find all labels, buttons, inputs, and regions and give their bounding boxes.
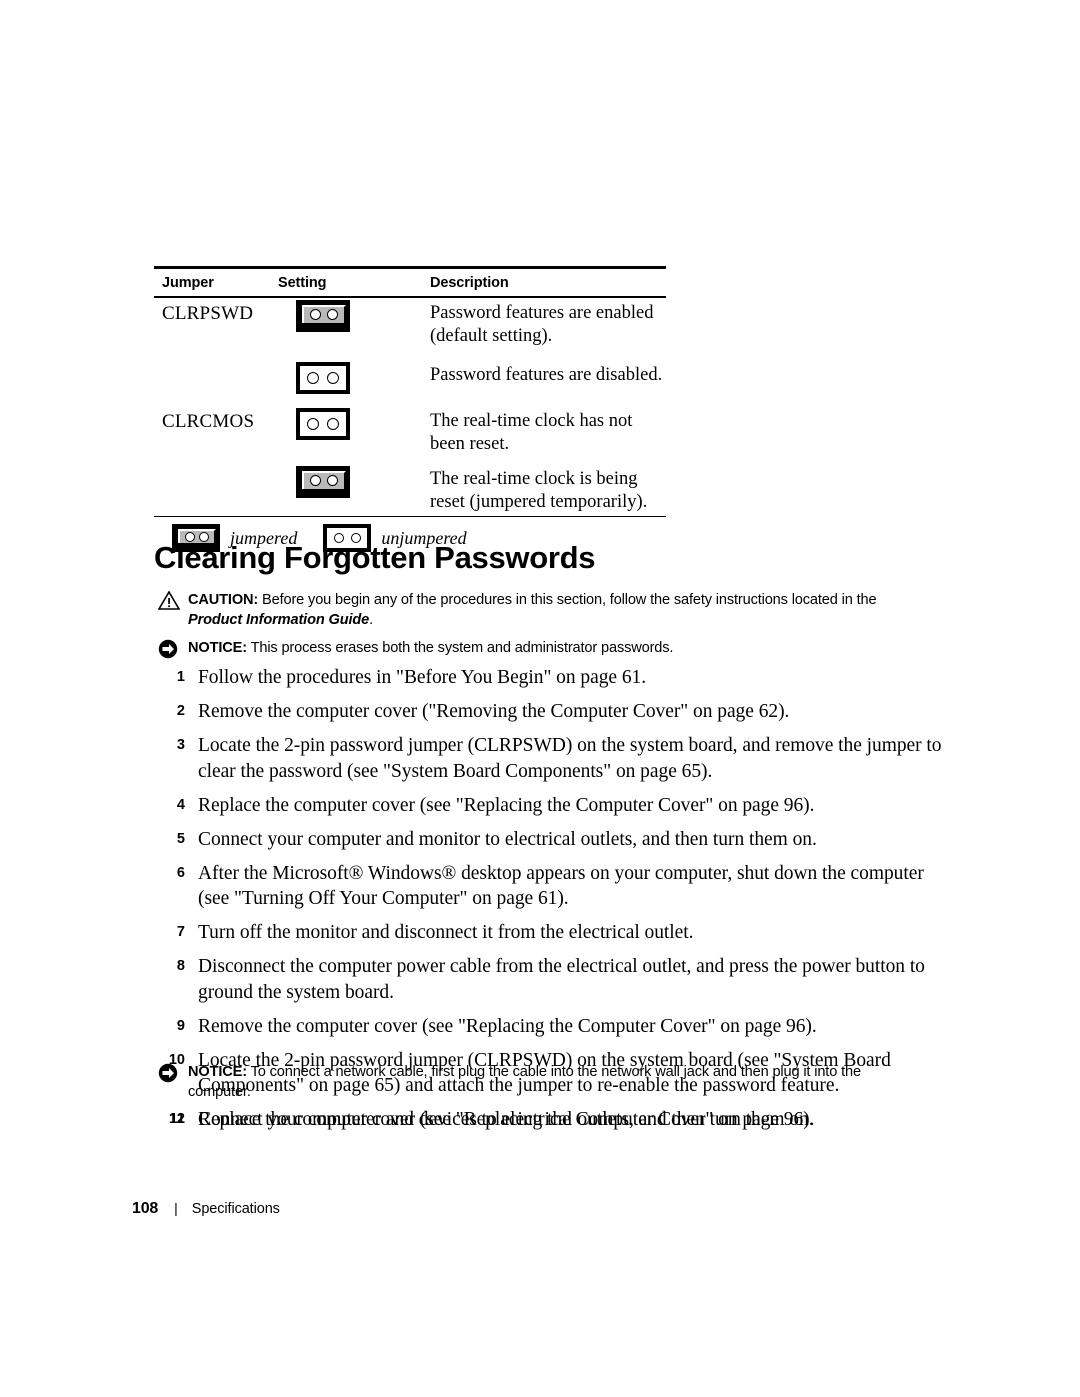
caution-body: Before you begin any of the procedures i… [258,592,877,608]
list-item: 1 Follow the procedures in "Before You B… [154,665,944,691]
notice-text: NOTICE: This process erases both the sys… [188,638,928,658]
list-item: 7 Turn off the monitor and disconnect it… [154,920,944,946]
jumper-open-icon [296,407,350,440]
step-text: Remove the computer cover (see "Replacin… [198,1015,817,1037]
jumper-pin [327,309,338,321]
step-text: Connect your computer and devices to ele… [198,1109,814,1130]
jumper-pin [326,417,339,430]
jumper-pin [326,371,339,384]
step-number: 6 [176,864,185,881]
jumper-pin [307,417,320,430]
cell-description: Password features are enabled (default s… [430,302,654,346]
list-item: 3 Locate the 2-pin password jumper (CLRP… [154,733,944,784]
cell-setting [278,407,430,440]
caution-admonition: CAUTION: Before you begin any of the pro… [157,590,928,630]
step-number: 9 [176,1017,185,1034]
step-number: 3 [176,737,185,753]
step-text: Follow the procedures in "Before You Beg… [198,667,647,688]
step-number: 5 [176,830,185,847]
page-footer: 108 | Specifications [132,1200,280,1218]
jumper-closed-icon [296,299,350,332]
step-number: 2 [176,703,185,719]
step-number: 1 [176,669,185,685]
table-row: CLRPSWD Password features are enabled (d… [154,299,666,362]
table-body: CLRPSWD Password features are enabled (d… [154,298,666,516]
jumper-settings-table: Jumper Setting Description CLRPSWD Passw… [154,266,666,553]
step-number: 8 [176,958,185,974]
list-item: 2 Remove the computer cover ("Removing t… [154,699,944,725]
step-text: Remove the computer cover ("Removing the… [198,701,790,722]
jumper-closed-icon [296,465,350,498]
table-row: Password features are disabled. [154,361,666,408]
caution-triangle-icon [157,590,188,615]
list-item: 12 Connect your computer and devices to … [154,1107,944,1133]
caution-reference: Product Information Guide [188,612,370,628]
caution-text: CAUTION: Before you begin any of the pro… [188,590,928,630]
notice-admonition: NOTICE: This process erases both the sys… [158,638,928,664]
table-row: The real-time clock is being reset (jump… [154,465,666,516]
step-text: Replace the computer cover (see "Replaci… [198,794,815,816]
cell-description: Password features are disabled. [430,364,663,385]
jumper-pin [327,475,338,487]
cell-description: The real-time clock has not been reset. [430,410,633,454]
column-header-description: Description [430,275,509,291]
page-title: Clearing Forgotten Passwords [154,540,596,575]
cell-jumper [154,466,278,469]
step-text: Turn off the monitor and disconnect it f… [198,922,694,943]
caution-end: . [369,612,374,628]
notice-label: NOTICE: [188,640,247,656]
footer-separator: | [174,1200,178,1216]
jumper-pin [307,371,320,384]
footer-page-number: 108 [132,1200,159,1217]
notice-body: To connect a network cable, first plug t… [188,1064,861,1100]
step-number: 12 [168,1111,185,1127]
cell-setting [278,465,430,498]
list-item: 6 After the Microsoft® Windows® desktop … [154,861,944,912]
step-text: After the Microsoft® Windows® desktop ap… [198,862,924,910]
notice-body: This process erases both the system and … [246,640,674,656]
document-page: Jumper Setting Description CLRPSWD Passw… [0,0,1080,1397]
cell-setting [278,299,430,332]
jumper-open-icon [296,361,350,394]
cell-jumper [154,362,278,365]
cell-setting [278,361,430,394]
cell-jumper: CLRPSWD [162,302,254,324]
step-text: Disconnect the computer power cable from… [198,956,925,1003]
step-number: 4 [176,796,185,813]
jumper-pin [310,309,321,321]
step-text: Locate the 2-pin password jumper (CLRPSW… [198,735,942,782]
column-header-jumper: Jumper [162,275,214,291]
list-item: 5 Connect your computer and monitor to e… [154,827,944,853]
notice-arrow-icon [158,638,188,664]
list-item: 8 Disconnect the computer power cable fr… [154,954,944,1005]
cell-jumper: CLRCMOS [162,410,255,432]
notice-arrow-icon [158,1062,188,1088]
jumper-pin [310,475,321,487]
list-item: 4 Replace the computer cover (see "Repla… [154,793,944,819]
caution-label: CAUTION: [188,592,259,608]
table-header-row: Jumper Setting Description [154,269,666,296]
cell-description: The real-time clock is being reset (jump… [430,468,648,512]
step-number: 7 [176,924,185,940]
jumper-cap [302,304,346,323]
notice-admonition: NOTICE: To connect a network cable, firs… [158,1062,918,1102]
list-item: 9 Remove the computer cover (see "Replac… [154,1014,944,1040]
table-row: CLRCMOS The real-time clock has not been… [154,407,666,466]
jumper-cap [302,470,346,489]
footer-section-name: Specifications [191,1201,280,1217]
procedure-steps-part-two: 12 Connect your computer and devices to … [154,1107,944,1141]
notice-label: NOTICE: [188,1064,247,1080]
column-header-setting: Setting [278,275,327,291]
notice-text: NOTICE: To connect a network cable, firs… [188,1062,918,1102]
step-text: Connect your computer and monitor to ele… [198,828,817,850]
